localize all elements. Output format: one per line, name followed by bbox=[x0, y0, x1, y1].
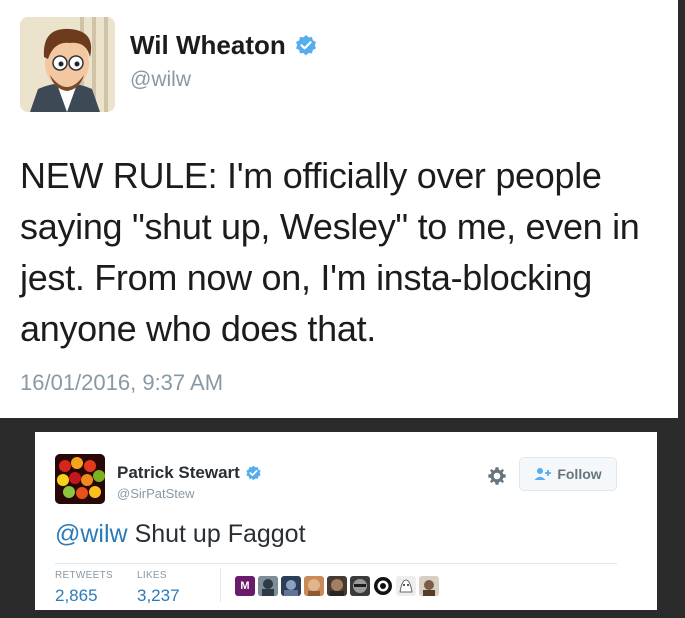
avatar[interactable] bbox=[55, 454, 105, 504]
author-name-text[interactable]: Wil Wheaton bbox=[130, 30, 286, 61]
likes-stat[interactable]: LIKES 3,237 bbox=[137, 570, 180, 606]
author-handle[interactable]: @wilw bbox=[130, 68, 191, 92]
liker-avatar[interactable] bbox=[258, 576, 278, 596]
liker-avatar[interactable] bbox=[327, 576, 347, 596]
retweets-stat[interactable]: RETWEETS 2,865 bbox=[55, 570, 113, 606]
avatar[interactable] bbox=[20, 17, 115, 112]
liker-avatar[interactable] bbox=[281, 576, 301, 596]
divider bbox=[55, 563, 617, 564]
tweet-text: @wilw Shut up Faggot bbox=[55, 520, 306, 549]
likes-count[interactable]: 3,237 bbox=[137, 586, 180, 606]
likes-label: LIKES bbox=[137, 570, 167, 581]
verified-badge-icon bbox=[246, 465, 261, 480]
tweet-timestamp[interactable]: 16/01/2016, 9:37 AM bbox=[20, 370, 223, 396]
liker-avatar[interactable]: M bbox=[235, 576, 255, 596]
tweet-text: NEW RULE: I'm officially over people say… bbox=[20, 155, 640, 349]
liker-avatar[interactable] bbox=[373, 576, 393, 596]
mention-link[interactable]: @wilw bbox=[55, 520, 128, 548]
follow-person-plus-icon bbox=[534, 468, 552, 480]
liker-avatar[interactable] bbox=[304, 576, 324, 596]
gear-icon[interactable] bbox=[486, 465, 508, 487]
tweet-card-wil-wheaton: Wil Wheaton @wilw NEW RULE: I'm official… bbox=[0, 0, 678, 418]
liker-avatar[interactable] bbox=[350, 576, 370, 596]
liker-avatar[interactable] bbox=[419, 576, 439, 596]
author-name[interactable]: Wil Wheaton bbox=[130, 30, 318, 61]
follow-button[interactable]: Follow bbox=[519, 457, 617, 491]
retweets-label: RETWEETS bbox=[55, 570, 113, 581]
verified-badge-icon bbox=[295, 34, 316, 55]
liker-avatar[interactable] bbox=[396, 576, 416, 596]
author-name-text[interactable]: Patrick Stewart bbox=[117, 463, 240, 483]
liker-initial: M bbox=[240, 580, 250, 592]
author-handle[interactable]: @SirPatStew bbox=[117, 486, 195, 501]
follow-button-label: Follow bbox=[557, 466, 602, 482]
author-name[interactable]: Patrick Stewart bbox=[117, 463, 262, 483]
likers-avatar-row: M bbox=[235, 576, 439, 596]
retweets-count[interactable]: 2,865 bbox=[55, 586, 113, 606]
tweet-body: Shut up Faggot bbox=[134, 520, 306, 548]
stats-separator bbox=[220, 568, 221, 602]
tweet-card-patrick-stewart: Patrick Stewart @SirPatStew Follow @wilw… bbox=[35, 432, 657, 610]
